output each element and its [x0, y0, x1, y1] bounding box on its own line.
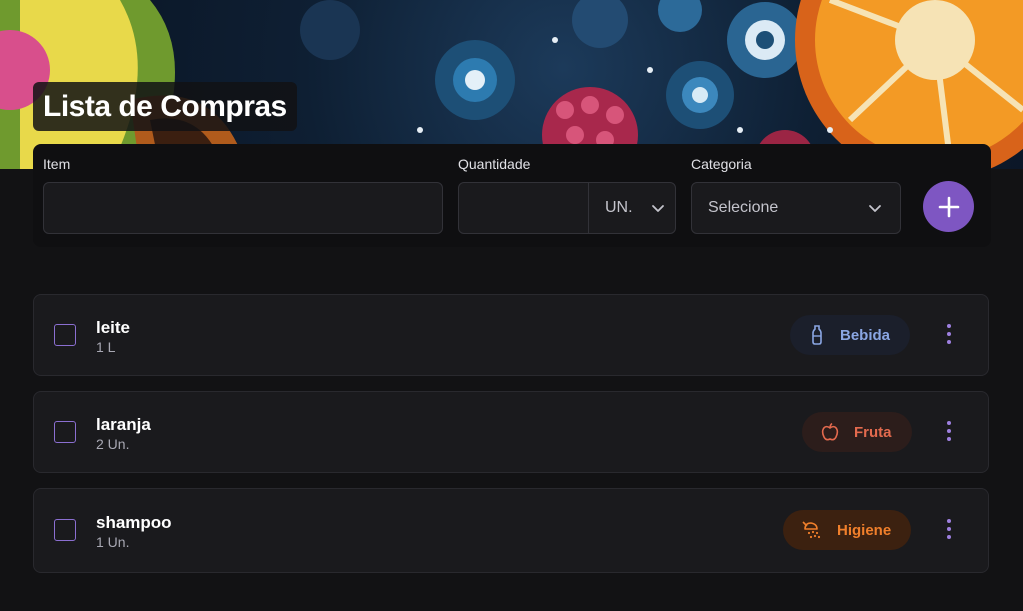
- item-quantity: 1 L: [96, 339, 116, 355]
- category-select[interactable]: Selecione: [691, 182, 901, 234]
- page-title: Lista de Compras: [43, 89, 287, 123]
- dots-vertical-icon: [947, 324, 951, 328]
- category-badge: Fruta: [802, 412, 912, 452]
- item-checkbox[interactable]: [54, 519, 76, 541]
- item-quantity: 2 Un.: [96, 436, 130, 452]
- category-label: Categoria: [691, 156, 752, 172]
- apple-icon: [821, 422, 839, 441]
- category-badge: Higiene: [783, 510, 912, 550]
- item-label: Item: [43, 156, 71, 172]
- item-checkbox[interactable]: [54, 324, 76, 346]
- unit-select-value: UN.: [605, 199, 633, 216]
- category-badge-label: Higiene: [837, 521, 892, 539]
- category-badge-label: Bebida: [840, 326, 891, 344]
- quantity-field: UN.: [458, 182, 676, 234]
- item-menu-button[interactable]: [939, 417, 959, 445]
- title-container: Lista de Compras: [33, 82, 297, 131]
- bottle-icon: [812, 325, 822, 345]
- chevron-down-icon: [869, 205, 881, 212]
- item-name: leite: [96, 318, 131, 337]
- list-item: shampoo 1 Un. Higiene: [33, 488, 989, 573]
- category-badge-label: Fruta: [854, 423, 892, 441]
- item-name: laranja: [96, 415, 151, 434]
- add-item-form: Item Quantidade UN. Categoria Selecione: [33, 144, 991, 247]
- item-input[interactable]: [43, 182, 443, 234]
- quantity-label: Quantidade: [458, 156, 531, 172]
- item-name: shampoo: [96, 513, 172, 532]
- list-item: laranja 2 Un. Fruta: [33, 391, 989, 473]
- chevron-down-icon: [652, 205, 664, 212]
- dots-vertical-icon: [947, 519, 951, 523]
- list-item: leite 1 L Bebida: [33, 294, 989, 376]
- shower-icon: [802, 521, 821, 539]
- dots-vertical-icon: [947, 421, 951, 425]
- add-item-button[interactable]: [923, 181, 974, 232]
- category-badge: Bebida: [790, 315, 911, 355]
- quantity-input[interactable]: [459, 183, 589, 233]
- item-menu-button[interactable]: [939, 515, 959, 543]
- item-quantity: 1 Un.: [96, 534, 130, 550]
- unit-select[interactable]: UN.: [589, 183, 675, 233]
- plus-icon: [938, 196, 959, 217]
- item-menu-button[interactable]: [939, 320, 959, 348]
- item-checkbox[interactable]: [54, 421, 76, 443]
- category-select-value: Selecione: [708, 199, 779, 216]
